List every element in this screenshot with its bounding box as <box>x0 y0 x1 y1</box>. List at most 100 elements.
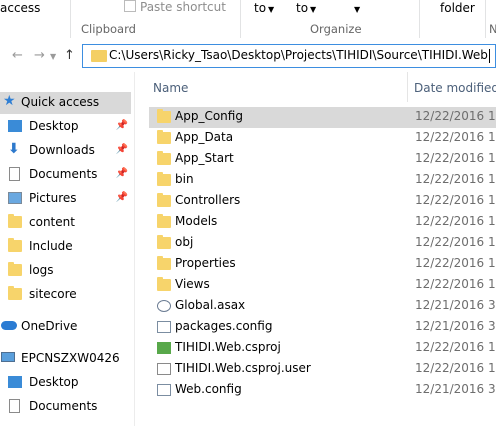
list-item[interactable]: App_Data 12/22/2016 11:4 <box>149 128 496 149</box>
file-name: App_Config <box>175 109 243 123</box>
nav-item-label: OneDrive <box>21 319 78 333</box>
config-file-icon <box>157 321 171 333</box>
clipboard-group-label: Clipboard <box>81 22 136 36</box>
list-item[interactable]: Properties 12/22/2016 11:4 <box>149 254 496 275</box>
nav-item-documents[interactable]: Documents 📌 <box>0 164 134 186</box>
pictures-icon <box>8 192 22 204</box>
nav-item-quick-access[interactable]: ★ Quick access <box>0 92 131 114</box>
file-name: Models <box>175 214 218 228</box>
list-item[interactable]: Views 12/22/2016 11:4 <box>149 275 496 296</box>
ribbon-divider <box>240 0 241 38</box>
nav-item-label: Desktop <box>29 375 79 389</box>
paste-shortcut-button[interactable]: Paste shortcut <box>124 0 226 14</box>
paste-shortcut-icon <box>124 0 136 12</box>
list-item[interactable]: TIHIDI.Web.csproj.user 12/22/2016 11:4 <box>149 359 496 380</box>
column-header-date-modified[interactable]: Date modified <box>414 81 496 95</box>
folder-icon <box>157 277 171 291</box>
folder-icon <box>91 50 107 62</box>
list-item[interactable]: packages.config 12/21/2016 3:05 <box>149 317 496 338</box>
back-button[interactable]: ← <box>12 48 23 63</box>
nav-item-pictures[interactable]: Pictures 📌 <box>0 188 134 210</box>
file-date: 12/21/2016 3:05 <box>415 319 496 333</box>
nav-item-content[interactable]: content <box>0 212 134 234</box>
list-item[interactable]: App_Config 12/22/2016 1:43 <box>149 107 496 128</box>
move-to-button[interactable]: to ▼ <box>254 1 274 15</box>
nav-item-downloads[interactable]: ⬇ Downloads 📌 <box>0 140 134 162</box>
desktop-icon <box>8 376 22 388</box>
file-list: Name Date modified App_Config 12/22/2016… <box>135 72 496 426</box>
list-item[interactable]: Models 12/22/2016 11:4 <box>149 212 496 233</box>
file-name: Properties <box>175 256 236 270</box>
nav-item-label: content <box>29 215 75 229</box>
file-name: bin <box>175 172 194 186</box>
column-divider[interactable] <box>407 72 408 102</box>
pin-icon[interactable]: 📌 <box>116 144 128 155</box>
file-icon <box>157 363 171 375</box>
forward-arrow-icon: → <box>34 48 45 63</box>
file-date: 12/22/2016 11:4 <box>415 235 496 249</box>
nav-item-include[interactable]: Include <box>0 236 134 258</box>
up-button[interactable]: ↑ <box>64 48 75 63</box>
forward-button[interactable]: → <box>34 48 45 63</box>
list-item[interactable]: Controllers 12/22/2016 11:4 <box>149 191 496 212</box>
star-icon: ★ <box>3 93 16 109</box>
nav-item-label: logs <box>29 263 54 277</box>
list-item[interactable]: obj 12/22/2016 11:4 <box>149 233 496 254</box>
recent-locations-button[interactable]: ▼ <box>50 52 56 61</box>
file-date: 12/22/2016 11:4 <box>415 256 496 270</box>
list-item[interactable]: Global.asax 12/21/2016 3:05 <box>149 296 496 317</box>
copy-to-button[interactable]: to ▼ <box>296 1 316 15</box>
chevron-down-icon: ▼ <box>354 5 361 14</box>
new-group-label: N <box>489 22 496 36</box>
list-item[interactable]: TIHIDI.Web.csproj 12/22/2016 11:4 <box>149 338 496 359</box>
pin-icon[interactable]: 📌 <box>116 192 128 203</box>
organize-group-label: Organize <box>310 22 362 36</box>
cloud-icon <box>1 321 17 330</box>
asax-file-icon <box>157 300 171 312</box>
list-item[interactable]: Web.config 12/21/2016 3:05 <box>149 380 496 401</box>
folder-icon <box>157 193 171 207</box>
column-header-name[interactable]: Name <box>153 81 188 95</box>
file-name: App_Data <box>175 130 234 144</box>
new-folder-button[interactable]: folder <box>440 1 475 15</box>
back-arrow-icon: ← <box>12 48 23 63</box>
nav-item-label: Quick access <box>21 95 100 109</box>
nav-item-sitecore[interactable]: sitecore <box>0 284 134 306</box>
nav-item-label: Pictures <box>29 191 77 205</box>
text-cursor <box>488 48 490 63</box>
file-date: 12/22/2016 11:4 <box>415 130 496 144</box>
csproj-file-icon <box>157 342 171 354</box>
list-item[interactable]: App_Start 12/22/2016 11:4 <box>149 149 496 170</box>
copy-to-label: to <box>296 1 309 15</box>
paste-shortcut-label: Paste shortcut <box>140 0 226 14</box>
list-item[interactable]: bin 12/22/2016 11:4 <box>149 170 496 191</box>
nav-item-label: sitecore <box>29 287 77 301</box>
folder-icon <box>157 214 171 228</box>
nav-item-label: Desktop <box>29 119 79 133</box>
desktop-icon <box>8 120 22 132</box>
chevron-down-icon: ▼ <box>268 5 275 14</box>
up-arrow-icon: ↑ <box>64 48 75 63</box>
nav-item-logs[interactable]: logs <box>0 260 134 282</box>
config-file-icon <box>157 384 171 396</box>
nav-item-desktop[interactable]: Desktop 📌 <box>0 116 134 138</box>
file-name: Global.asax <box>175 298 246 312</box>
folder-icon <box>157 235 171 249</box>
pin-icon[interactable]: 📌 <box>116 168 128 179</box>
download-icon: ⬇ <box>8 141 20 157</box>
folder-icon <box>157 172 171 186</box>
move-to-label: to <box>254 1 267 15</box>
ribbon-divider <box>70 0 71 38</box>
folder-icon <box>157 256 171 270</box>
pin-icon[interactable]: 📌 <box>116 120 128 131</box>
quick-access-pin-label[interactable]: access <box>0 1 40 15</box>
ribbon-divider <box>485 0 486 38</box>
nav-item-pc-desktop[interactable]: Desktop <box>0 372 134 394</box>
nav-item-onedrive[interactable]: OneDrive <box>0 316 134 338</box>
folder-icon <box>8 214 22 228</box>
nav-item-pc-documents[interactable]: Documents <box>0 396 134 418</box>
address-bar[interactable]: C:\Users\Ricky_Tsao\Desktop\Projects\TIH… <box>82 44 496 68</box>
folder-icon <box>157 151 171 165</box>
rename-dropdown[interactable]: ▼ <box>352 1 360 15</box>
nav-item-this-pc[interactable]: EPCNSZXW0426 <box>0 348 134 370</box>
